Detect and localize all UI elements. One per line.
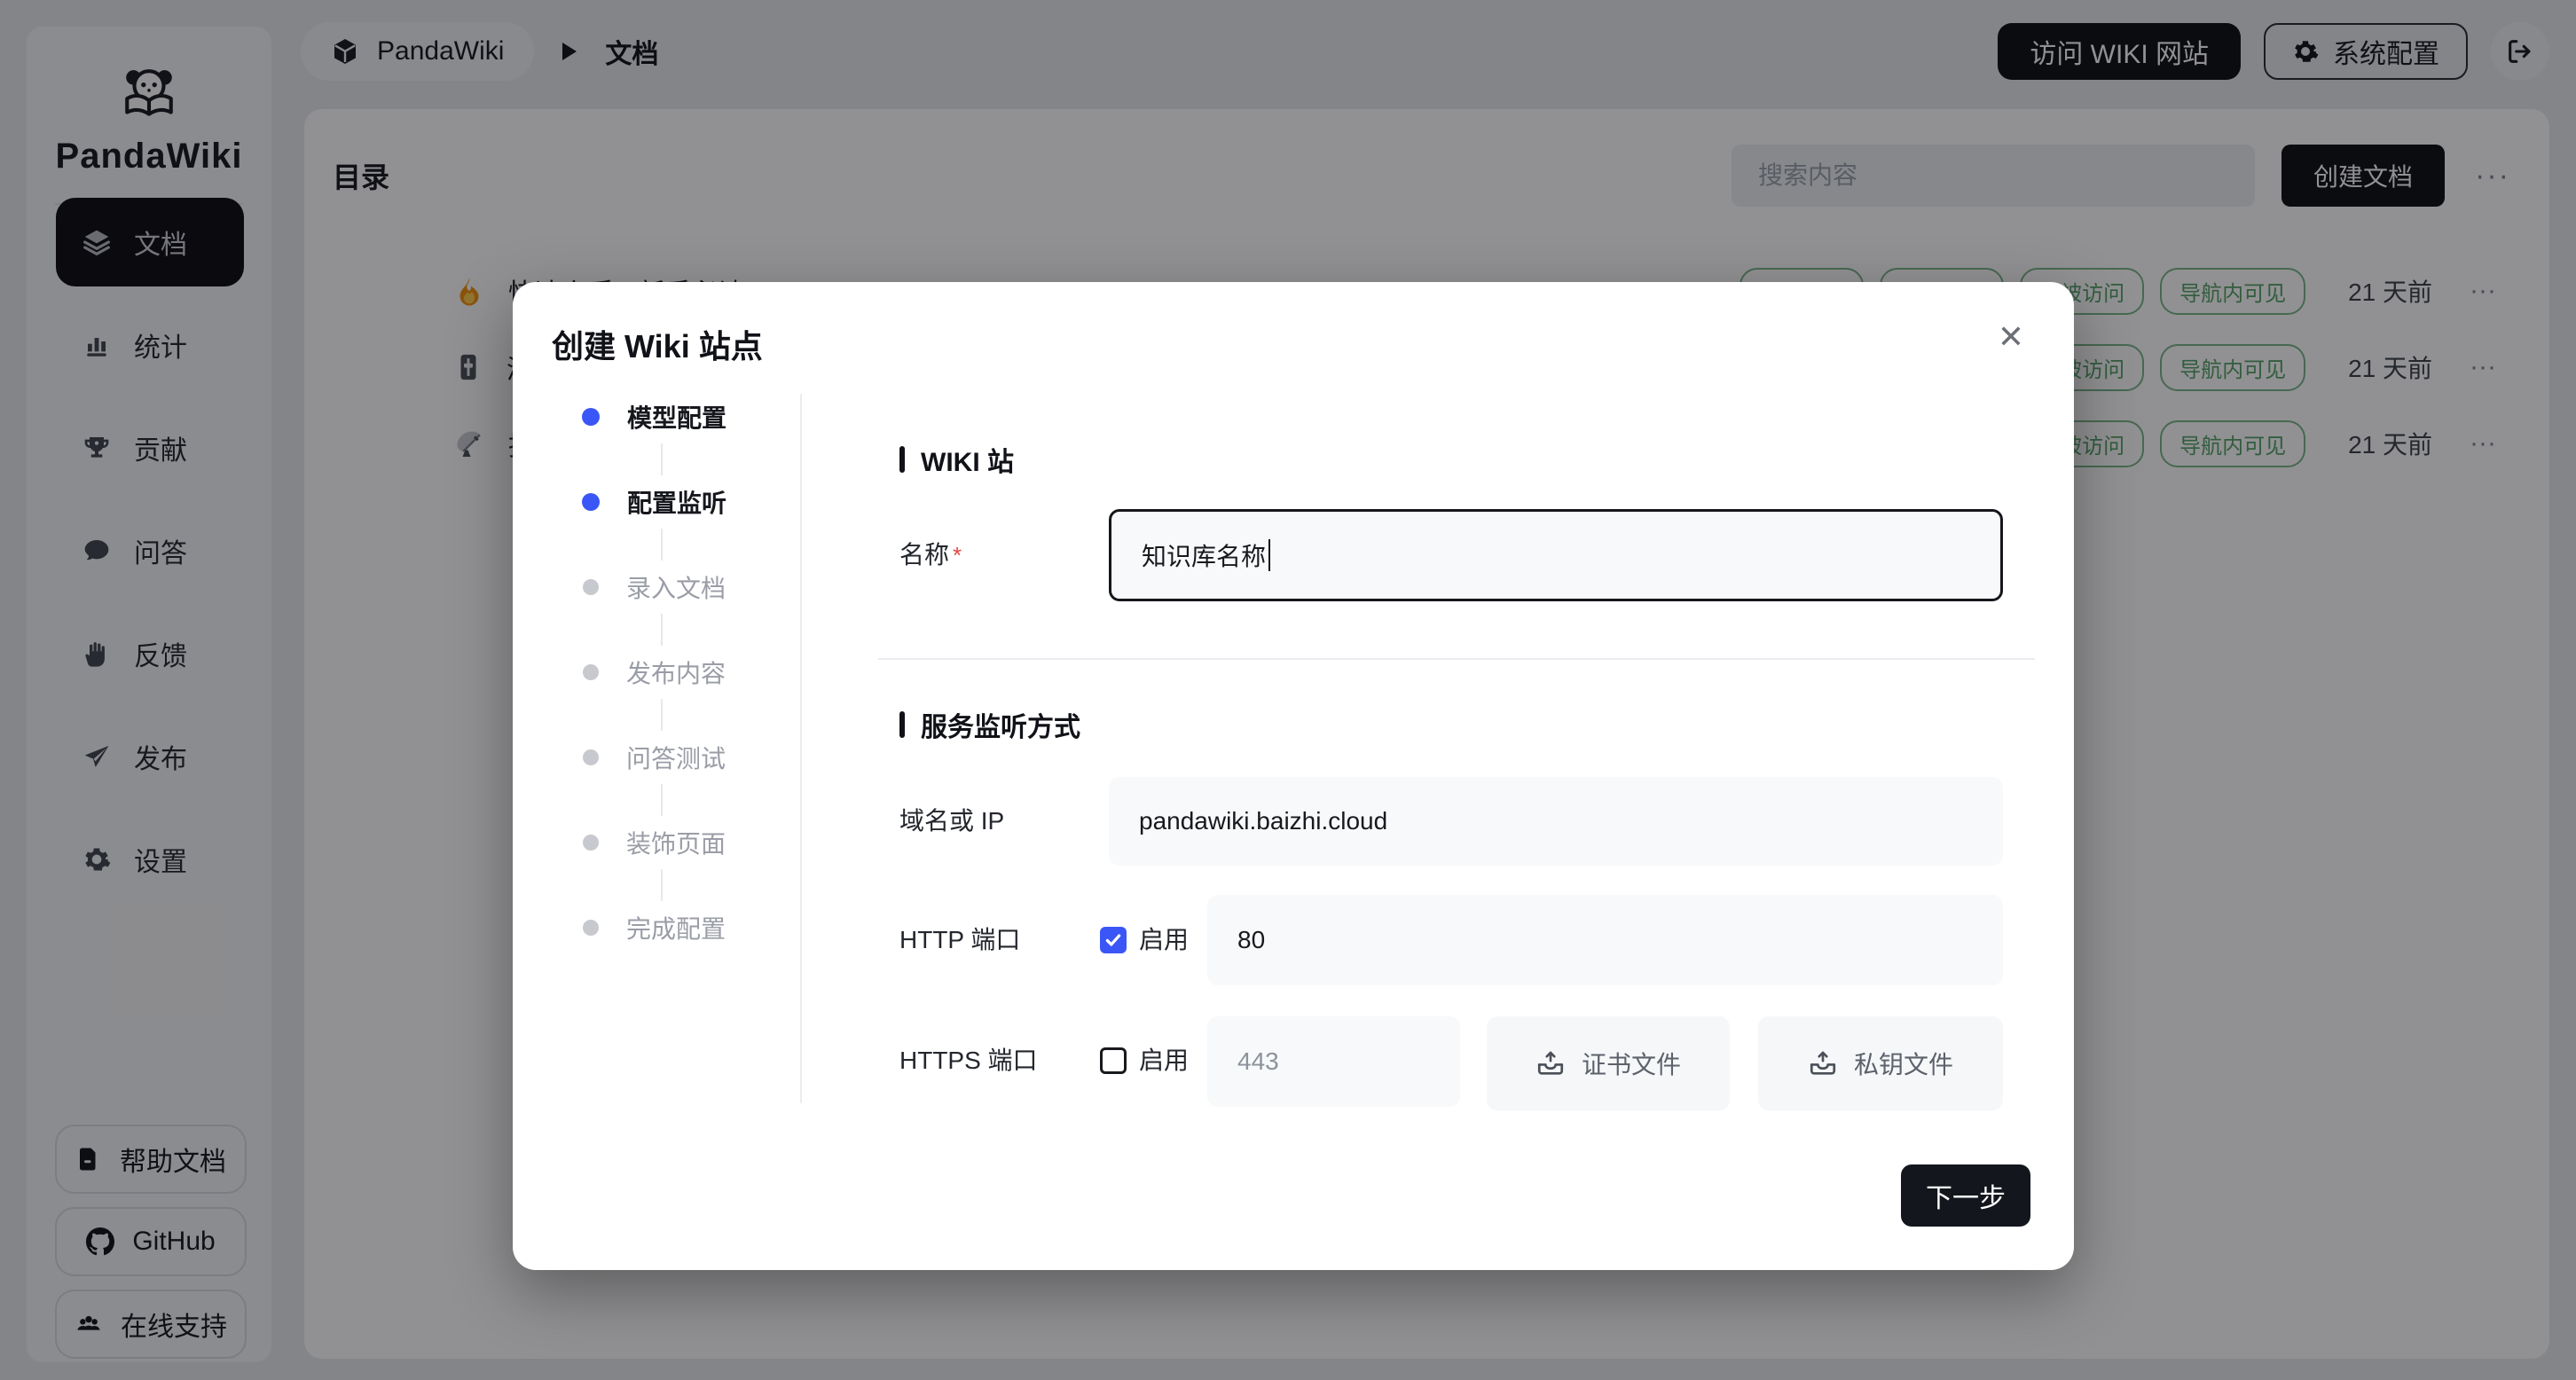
name-value: 知识库名称 (1142, 537, 1266, 573)
https-enable-checkbox[interactable] (1100, 1047, 1127, 1074)
http-port-label: HTTP 端口 (899, 922, 1020, 958)
key-file-button[interactable]: 私钥文件 (1758, 1016, 2003, 1110)
step-dot (583, 579, 599, 595)
step-finish-config[interactable]: 完成配置 (575, 901, 726, 954)
required-asterisk: * (953, 542, 962, 568)
name-label-text: 名称 (899, 541, 949, 568)
step-qa-test[interactable]: 问答测试 (575, 731, 726, 784)
section-divider (878, 658, 2035, 660)
wiki-section-header: WIKI 站 (899, 440, 1014, 479)
listen-section-title: 服务监听方式 (921, 705, 1080, 744)
step-connector (661, 784, 663, 816)
step-dot (582, 408, 600, 426)
step-publish-content[interactable]: 发布内容 (575, 646, 726, 699)
step-dot (582, 493, 600, 511)
step-label: 录入文档 (626, 569, 726, 605)
https-port-value: 443 (1237, 1047, 1279, 1076)
name-field[interactable]: 知识库名称 (1109, 509, 2003, 601)
step-import-docs[interactable]: 录入文档 (575, 561, 726, 614)
create-wiki-modal: 创建 Wiki 站点 ✕ 模型配置 配置监听 录入文档 发布内容 (513, 282, 2074, 1270)
step-label: 发布内容 (626, 655, 726, 690)
http-enable-label: 启用 (1139, 922, 1189, 958)
pandawiki-app: PandaWiki 文档 统计 贡献 (0, 0, 2576, 1380)
listen-section-header: 服务监听方式 (899, 705, 1080, 744)
domain-field[interactable]: pandawiki.baizhi.cloud (1109, 777, 2003, 866)
http-port-value: 80 (1237, 926, 1265, 954)
step-dot (583, 749, 599, 765)
step-connector (661, 699, 663, 731)
step-model-config[interactable]: 模型配置 (575, 390, 726, 443)
step-label: 问答测试 (626, 740, 726, 775)
step-dot (583, 664, 599, 680)
cert-file-button[interactable]: 证书文件 (1487, 1016, 1730, 1110)
http-port-field[interactable]: 80 (1207, 895, 2003, 985)
http-enable-checkbox[interactable] (1100, 927, 1127, 953)
domain-label: 域名或 IP (899, 804, 1004, 839)
step-label: 模型配置 (627, 399, 726, 435)
key-file-label: 私钥文件 (1854, 1046, 1953, 1081)
section-bar (899, 711, 905, 738)
step-connector (661, 443, 663, 475)
domain-value: pandawiki.baizhi.cloud (1139, 807, 1387, 835)
https-port-label: HTTPS 端口 (899, 1043, 1038, 1078)
setup-stepper: 模型配置 配置监听 录入文档 发布内容 问答测试 (575, 390, 726, 954)
modal-title: 创建 Wiki 站点 (552, 321, 763, 367)
step-connector (661, 869, 663, 901)
https-enable-label: 启用 (1139, 1043, 1189, 1078)
https-port-field[interactable]: 443 (1207, 1016, 1460, 1107)
step-listen-config[interactable]: 配置监听 (575, 475, 726, 529)
wiki-section-title: WIKI 站 (921, 440, 1014, 479)
upload-icon (1535, 1048, 1566, 1078)
step-dot (583, 920, 599, 936)
name-label: 名称* (899, 537, 962, 573)
cert-file-label: 证书文件 (1582, 1046, 1681, 1081)
upload-icon (1808, 1048, 1838, 1078)
next-step-label: 下一步 (1926, 1176, 2006, 1215)
next-step-button[interactable]: 下一步 (1901, 1164, 2030, 1227)
step-connector (661, 529, 663, 561)
close-icon[interactable]: ✕ (1998, 321, 2024, 353)
section-bar (899, 446, 905, 473)
step-connector (661, 614, 663, 646)
step-dot (583, 835, 599, 851)
text-caret (1268, 539, 1270, 571)
check-icon (1103, 930, 1123, 950)
step-label: 完成配置 (626, 910, 726, 945)
step-label: 配置监听 (627, 484, 726, 520)
step-decorate-page[interactable]: 装饰页面 (575, 816, 726, 869)
stepper-divider (800, 394, 802, 1103)
step-label: 装饰页面 (626, 825, 726, 860)
